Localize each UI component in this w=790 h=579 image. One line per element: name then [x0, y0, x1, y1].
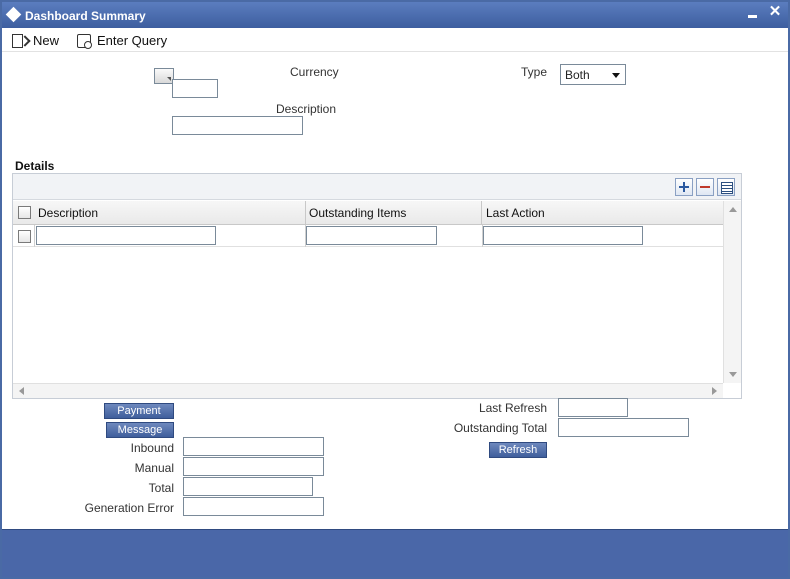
single-record-view-button[interactable]: [717, 178, 735, 196]
window-title: Dashboard Summary: [25, 9, 146, 23]
type-select-value: Both: [565, 68, 590, 82]
description-input[interactable]: [172, 116, 303, 135]
window-diamond-icon: [5, 6, 22, 23]
payment-button[interactable]: Payment: [104, 403, 174, 419]
new-record-icon: [12, 33, 28, 48]
table-row: [13, 225, 723, 247]
enter-query-icon: [77, 33, 92, 49]
new-button-label: New: [33, 32, 60, 48]
total-label: Total: [148, 481, 174, 495]
column-header-last-action[interactable]: Last Action: [482, 201, 723, 225]
generation-error-input[interactable]: [183, 497, 324, 516]
total-input[interactable]: [183, 477, 313, 496]
minimize-button[interactable]: [747, 8, 759, 20]
close-button[interactable]: ✕: [767, 4, 783, 20]
currency-label: Currency: [290, 65, 339, 79]
type-label: Type: [521, 65, 548, 79]
currency-lookup-button[interactable]: [154, 68, 174, 84]
generation-error-label: Generation Error: [84, 501, 174, 515]
row-last-action-input[interactable]: [483, 226, 643, 245]
chevron-down-icon: [612, 73, 620, 78]
currency-input[interactable]: [172, 79, 218, 98]
row-description-input[interactable]: [36, 226, 216, 245]
footer-band: [2, 529, 788, 577]
select-all-checkbox[interactable]: [18, 206, 31, 219]
title-bar: Dashboard Summary ✕: [2, 2, 788, 28]
column-header-outstanding-items[interactable]: Outstanding Items: [305, 201, 482, 225]
horizontal-scrollbar[interactable]: [13, 383, 723, 398]
enter-query-button[interactable]: Enter Query: [77, 30, 167, 50]
row-checkbox[interactable]: [18, 230, 31, 243]
row-outstanding-items-input[interactable]: [306, 226, 437, 245]
column-header-description[interactable]: Description: [34, 201, 306, 225]
manual-label: Manual: [134, 461, 174, 475]
details-section-title: Details: [15, 159, 55, 173]
enter-query-label: Enter Query: [97, 32, 168, 48]
dashboard-summary-window: Dashboard Summary ✕ New Enter Query Curr…: [0, 0, 790, 579]
scroll-down-icon[interactable]: [729, 372, 737, 377]
new-button[interactable]: New: [12, 30, 59, 50]
details-grid: Description Outstanding Items Last Actio…: [12, 173, 742, 399]
add-row-button[interactable]: [675, 178, 693, 196]
grid-toolbar: [13, 174, 741, 200]
scroll-up-icon[interactable]: [729, 207, 737, 212]
toolbar: New Enter Query: [2, 28, 788, 52]
description-label: Description: [276, 102, 337, 116]
refresh-button[interactable]: Refresh: [489, 442, 547, 458]
outstanding-total-input[interactable]: [558, 418, 689, 437]
column-divider: [34, 225, 35, 247]
outstanding-total-label: Outstanding Total: [453, 421, 547, 435]
scroll-left-icon[interactable]: [19, 387, 24, 395]
grid-header: Description Outstanding Items Last Actio…: [13, 201, 723, 225]
vertical-scrollbar[interactable]: [723, 201, 741, 383]
last-refresh-input[interactable]: [558, 398, 628, 417]
delete-row-button[interactable]: [696, 178, 714, 196]
type-select[interactable]: Both: [560, 64, 626, 85]
message-button[interactable]: Message: [106, 422, 174, 438]
inbound-label: Inbound: [130, 441, 174, 455]
inbound-input[interactable]: [183, 437, 324, 456]
scroll-right-icon[interactable]: [712, 387, 717, 395]
last-refresh-label: Last Refresh: [478, 401, 547, 415]
manual-input[interactable]: [183, 457, 324, 476]
